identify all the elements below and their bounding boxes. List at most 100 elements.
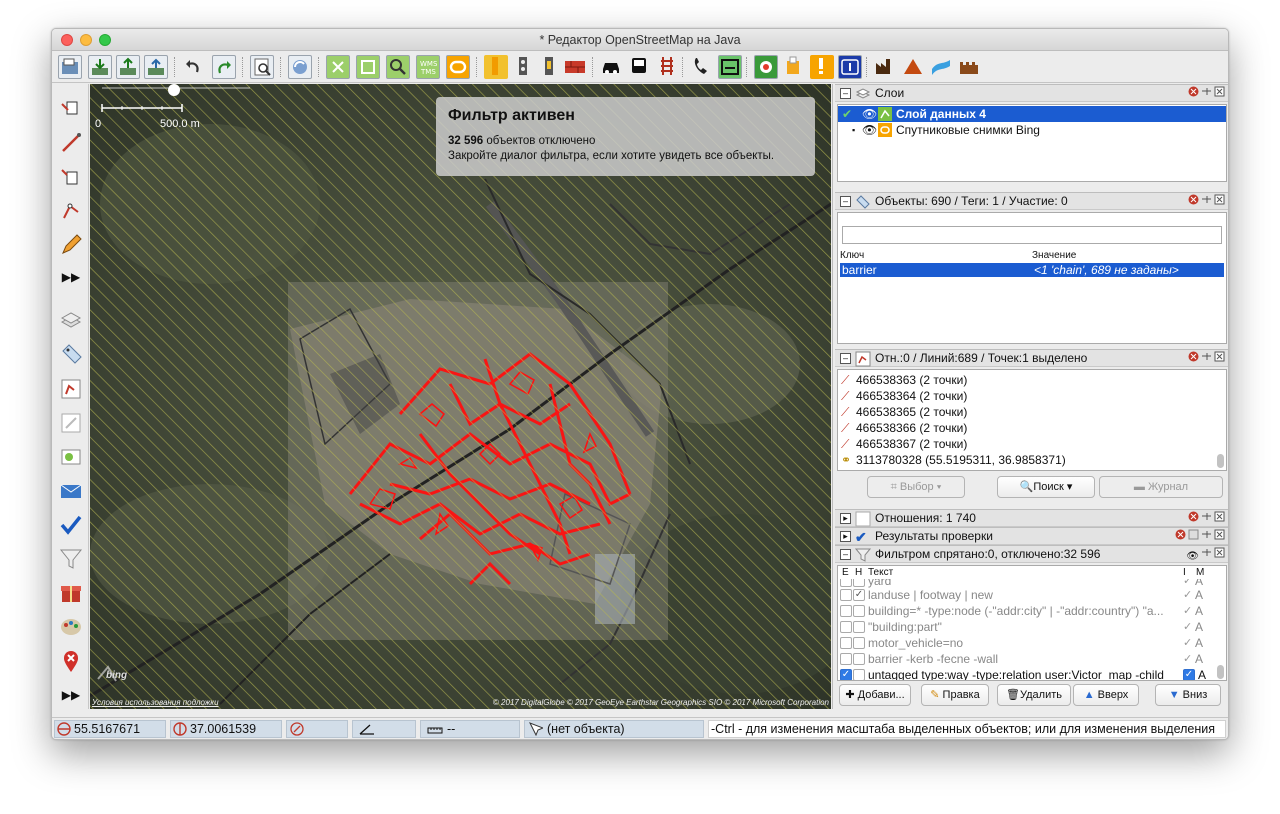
add-filter-button[interactable]: ✚ Добави... — [839, 684, 911, 706]
collapse-toggle-icon[interactable]: – — [840, 353, 851, 364]
minimize-panel-icon[interactable] — [1214, 511, 1225, 522]
expand-toggle-icon[interactable]: ▸ — [840, 531, 851, 542]
list-item[interactable]: ⚭ 3113780328 (55.5195311, 36.9858371) — [838, 452, 1226, 468]
filter-invert-check[interactable]: ✓ — [1183, 635, 1192, 651]
maximize-window-button[interactable] — [99, 34, 111, 46]
bus-icon[interactable] — [628, 55, 652, 79]
minimize-window-button[interactable] — [80, 34, 92, 46]
map-marker-icon[interactable] — [58, 648, 84, 674]
collapse-toggle-icon[interactable]: – — [840, 88, 851, 99]
move-handle-icon[interactable]: ▪ — [852, 122, 855, 138]
filter-invert-check[interactable]: ✓ — [1183, 619, 1192, 635]
minimize-panel-icon[interactable] — [1214, 529, 1225, 540]
detach-panel-icon[interactable] — [1201, 194, 1212, 205]
relations-panel-header[interactable]: ▸ Отношения: 1 740 — [835, 509, 1228, 527]
layer-item-data[interactable]: ✔ 👁 Слой данных 4 — [838, 106, 1226, 122]
filter-hide-checkbox[interactable] — [853, 605, 865, 617]
zoom-selection-icon[interactable] — [356, 55, 380, 79]
scrollbar-thumb[interactable] — [1217, 665, 1224, 679]
level-crossing-icon[interactable] — [538, 55, 562, 79]
visibility-eye-icon[interactable]: 👁 — [1186, 551, 1199, 562]
filter-enable-checkbox[interactable] — [840, 637, 852, 649]
presets-icon[interactable] — [58, 580, 84, 606]
list-item[interactable]: ⟋ 466538363 (2 точки) — [838, 372, 1226, 388]
visibility-eye-icon[interactable]: 👁 — [862, 106, 877, 122]
list-item[interactable]: ⟋ 466538367 (2 точки) — [838, 436, 1226, 452]
scrollbar-thumb[interactable] — [1217, 454, 1224, 468]
detach-panel-icon[interactable] — [1201, 86, 1212, 97]
castle-icon[interactable] — [958, 55, 982, 79]
filter-hide-checkbox[interactable] — [853, 653, 865, 665]
upload-icon[interactable] — [116, 55, 140, 79]
close-panel-icon[interactable] — [1188, 351, 1199, 362]
wall-icon[interactable] — [564, 55, 588, 79]
warning-icon[interactable] — [810, 55, 834, 79]
filter-invert-check[interactable]: ✓ — [1183, 603, 1192, 619]
mountain-icon[interactable] — [902, 55, 926, 79]
tags-search-input[interactable] — [842, 226, 1222, 244]
move-up-button[interactable]: ▲ Вверх — [1073, 684, 1139, 706]
update-data-icon[interactable] — [288, 55, 312, 79]
filter-icon[interactable] — [58, 546, 84, 572]
table-row[interactable]: ✓ untagged type:way -type:relation user:… — [838, 667, 1226, 680]
more-tools-icon[interactable]: ▶▶ — [58, 264, 84, 290]
zoom-tool-icon[interactable] — [58, 164, 84, 190]
minimize-panel-icon[interactable] — [1214, 351, 1225, 362]
relations-icon[interactable] — [58, 410, 84, 436]
save-icon[interactable] — [144, 55, 168, 79]
map-view[interactable]: 0 500.0 m Фильтр активен 32 596 объектов… — [90, 84, 831, 709]
visibility-eye-icon[interactable]: 👁 — [862, 122, 877, 138]
improve-way-tool-icon[interactable] — [58, 198, 84, 224]
detach-panel-icon[interactable] — [1201, 529, 1212, 540]
filter-enable-checkbox[interactable] — [840, 653, 852, 665]
preferences-icon[interactable] — [250, 55, 274, 79]
industrial-icon[interactable] — [874, 55, 898, 79]
layers-panel-header[interactable]: – Слои — [835, 84, 1228, 102]
settings-panel-icon[interactable] — [1188, 529, 1199, 540]
minimize-panel-icon[interactable] — [1214, 86, 1225, 97]
tags-toggle-icon[interactable] — [58, 342, 84, 368]
rail-lights-icon[interactable] — [512, 55, 536, 79]
filter-enable-checkbox[interactable]: ✓ — [840, 669, 852, 680]
wms-icon[interactable]: WMS TMS — [416, 55, 440, 79]
recycling-icon[interactable] — [754, 55, 778, 79]
barrier-icon[interactable] — [718, 55, 742, 79]
delete-filter-button[interactable]: 🗑Удалить — [997, 684, 1071, 706]
terms-of-use-link[interactable]: Условия использования подложки — [92, 698, 219, 707]
filter-enable-checkbox[interactable] — [840, 605, 852, 617]
minimize-panel-icon[interactable] — [1214, 194, 1225, 205]
shop-icon[interactable] — [782, 55, 806, 79]
open-file-icon[interactable] — [58, 55, 82, 79]
search-dropdown-button[interactable]: 🔍Поиск ▾ — [997, 476, 1095, 498]
table-row[interactable]: barrier -kerb -fecne -wall ✓ A — [838, 651, 1226, 667]
table-row[interactable]: barrier <1 'chain', 689 не заданы> — [840, 263, 1224, 277]
filter-hide-checkbox[interactable] — [853, 621, 865, 633]
rail-icon[interactable] — [656, 55, 680, 79]
select-tool-icon[interactable] — [58, 96, 84, 122]
list-item[interactable]: ⟋ 466538365 (2 точки) — [838, 404, 1226, 420]
move-down-button[interactable]: ▼ Вниз — [1155, 684, 1221, 706]
list-item[interactable]: ⟋ 466538364 (2 точки) — [838, 388, 1226, 404]
detach-panel-icon[interactable] — [1201, 547, 1212, 558]
zoom-data-icon[interactable] — [326, 55, 350, 79]
filter-enable-checkbox[interactable] — [840, 579, 852, 587]
table-row[interactable]: building=* -type:node (-"addr:city" | -"… — [838, 603, 1226, 619]
expand-toggle-icon[interactable]: ▸ — [840, 513, 851, 524]
history-button[interactable]: ▬ Журнал — [1099, 476, 1223, 498]
messages-icon[interactable] — [58, 478, 84, 504]
close-panel-icon[interactable] — [1188, 511, 1199, 522]
filter-enable-checkbox[interactable] — [840, 621, 852, 633]
railway-icon[interactable] — [484, 55, 508, 79]
river-icon[interactable] — [930, 55, 954, 79]
info-icon[interactable] — [838, 55, 862, 79]
detach-panel-icon[interactable] — [1201, 511, 1212, 522]
edit-filter-button[interactable]: ✎ Правка — [921, 684, 989, 706]
filter-hide-checkbox[interactable]: ✓ — [853, 589, 865, 601]
validation-panel-header[interactable]: ▸ ✔ Результаты проверки — [835, 527, 1228, 545]
close-panel-icon[interactable] — [1188, 86, 1199, 97]
table-row[interactable]: "building:part" ✓ A — [838, 619, 1226, 635]
close-window-button[interactable] — [61, 34, 73, 46]
table-row[interactable]: ✓ landuse | footway | new ✓ A — [838, 587, 1226, 603]
minimize-panel-icon[interactable] — [1214, 547, 1225, 558]
layer-item-bing[interactable]: ▪ 👁 Спутниковые снимки Bing — [838, 122, 1226, 138]
